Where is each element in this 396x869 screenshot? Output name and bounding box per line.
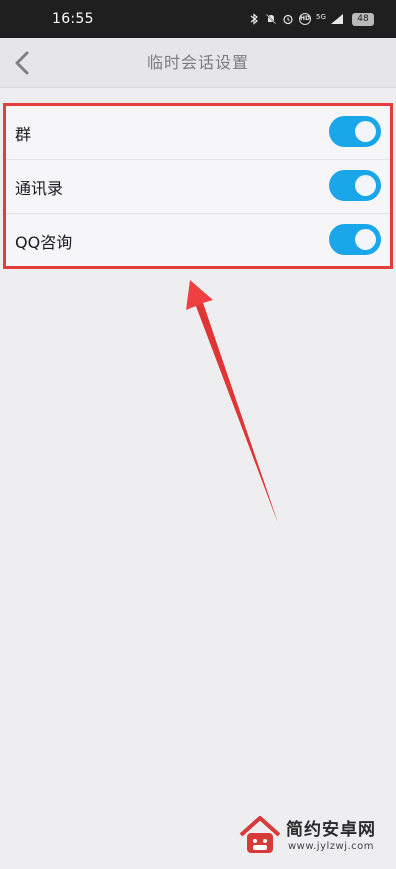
qq-consult-toggle[interactable] bbox=[329, 224, 381, 255]
watermark: 简约安卓网 www.jylzwj.com bbox=[238, 811, 388, 861]
contacts-toggle[interactable] bbox=[329, 170, 381, 201]
page-title: 临时会话设置 bbox=[146, 53, 249, 72]
bluetooth-icon bbox=[248, 13, 260, 25]
toggle-knob bbox=[355, 175, 376, 196]
group-toggle[interactable] bbox=[329, 116, 381, 147]
watermark-brand: 简约安卓网 bbox=[286, 820, 376, 840]
chevron-left-icon bbox=[15, 51, 29, 75]
status-bar: 16:55 HD 5G 48 bbox=[0, 0, 396, 38]
signal-bars-icon bbox=[330, 13, 344, 25]
screen: 16:55 HD 5G 48 临时会话设置 群 通讯录 QQ咨询 简约安卓网 w… bbox=[0, 0, 396, 869]
nav-bar: 临时会话设置 bbox=[0, 38, 396, 88]
mute-icon bbox=[265, 13, 277, 25]
status-time: 16:55 bbox=[52, 11, 94, 27]
setting-label: 群 bbox=[15, 124, 32, 144]
hd-icon: HD bbox=[299, 13, 311, 25]
toggle-knob bbox=[355, 121, 376, 142]
battery-indicator: 48 bbox=[352, 12, 374, 26]
setting-label: 通讯录 bbox=[15, 178, 64, 198]
settings-list: 群 通讯录 QQ咨询 bbox=[3, 103, 393, 269]
setting-row-contacts: 通讯录 bbox=[6, 160, 390, 214]
watermark-url: www.jylzwj.com bbox=[288, 841, 375, 852]
setting-label: QQ咨询 bbox=[15, 233, 73, 252]
alarm-icon bbox=[282, 13, 294, 25]
back-button[interactable] bbox=[8, 48, 38, 78]
toggle-knob bbox=[355, 229, 376, 250]
setting-row-qq-consult: QQ咨询 bbox=[6, 214, 390, 268]
signal-5g-icon: 5G bbox=[316, 13, 326, 21]
status-icons: HD 5G 48 bbox=[248, 11, 374, 27]
setting-row-group: 群 bbox=[6, 106, 390, 160]
house-logo-icon bbox=[239, 816, 281, 853]
